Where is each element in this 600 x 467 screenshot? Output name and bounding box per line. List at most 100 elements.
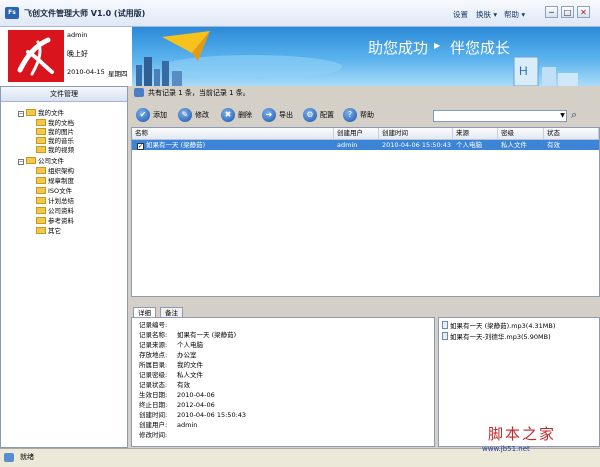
logo-mark-icon <box>17 37 54 76</box>
search-icon[interactable]: ⌕ <box>571 108 577 122</box>
add-button[interactable]: ✔ 添加 <box>136 107 167 123</box>
tree-node-org[interactable]: 组织架构 <box>36 167 74 176</box>
folder-icon <box>36 119 46 126</box>
tree-node-my-docs[interactable]: 我的文档 <box>36 119 74 128</box>
greeting: 晚上好 <box>67 50 88 58</box>
config-icon: ⚙ <box>303 108 317 122</box>
field-status: 记录状态: 有效 <box>139 381 190 389</box>
banner: H 助您成功 ▶ 伴您成长 <box>132 27 600 86</box>
col-user[interactable]: 创建用户 <box>334 128 379 139</box>
record-count-text: 共有记录 1 条，当前记录 1 条。 <box>148 89 250 97</box>
table-row[interactable]: ✓ 如果有一天 (梁静茹) admin 2010-04-06 15:50:43 … <box>132 140 599 150</box>
folder-icon <box>26 157 36 164</box>
watermark-url: www.jb51.net <box>482 445 530 453</box>
tree-node-my-pictures[interactable]: 我的图片 <box>36 128 74 137</box>
field-end-date: 终止日期: 2012-04-06 <box>139 401 215 409</box>
col-status[interactable]: 状态 <box>544 128 599 139</box>
title-bar: Fs 飞创文件管理大师 V1.0 (试用版) 设置 换肤 ▾ 帮助 ▾ ─ □ … <box>0 0 600 27</box>
folder-icon <box>36 227 46 234</box>
tree-node-other[interactable]: 其它 <box>36 227 61 236</box>
logo <box>8 30 64 82</box>
status-icon <box>4 453 14 462</box>
record-info-bar: 共有记录 1 条，当前记录 1 条。 <box>131 88 600 100</box>
tree-node-iso[interactable]: ISO文件 <box>36 187 72 196</box>
collapse-icon[interactable]: − <box>18 111 24 117</box>
collapse-icon[interactable]: − <box>18 159 24 165</box>
slogan-left: 助您成功 <box>368 39 429 57</box>
help-button[interactable]: ? 帮助 <box>343 107 374 123</box>
tree-node-plans[interactable]: 计划总结 <box>36 197 74 206</box>
close-button[interactable]: ✕ <box>577 6 590 18</box>
col-time[interactable]: 创建时间 <box>379 128 453 139</box>
folder-icon <box>36 128 46 135</box>
status-text: 就绪 <box>20 453 34 461</box>
row-time: 2010-04-06 15:50:43 <box>382 141 452 149</box>
weekday: 星期四 <box>108 70 128 78</box>
user-panel: admin 晚上好 2010-04-15 星期四 <box>66 27 132 86</box>
col-name[interactable]: 名称 <box>132 128 334 139</box>
field-created-time: 创建时间: 2010-04-06 15:50:43 <box>139 411 247 419</box>
field-location: 存放地点: 办公室 <box>139 351 197 359</box>
row-level: 私人文件 <box>501 141 527 149</box>
menu-help[interactable]: 帮助 ▾ <box>504 9 525 20</box>
edit-button[interactable]: ✎ 修改 <box>178 107 209 123</box>
minimize-button[interactable]: ─ <box>545 6 558 18</box>
tree-node-references[interactable]: 参考资料 <box>36 217 74 226</box>
field-modified-time: 修改时间: <box>139 431 168 439</box>
tree-node-my-music[interactable]: 我的音乐 <box>36 137 74 146</box>
edit-icon: ✎ <box>178 108 192 122</box>
col-level[interactable]: 密级 <box>498 128 544 139</box>
current-date: 2010-04-15 <box>67 68 105 76</box>
tree-node-rules[interactable]: 规章制度 <box>36 177 74 186</box>
delete-button[interactable]: ✖ 删除 <box>221 107 252 123</box>
row-user: admin <box>337 141 358 149</box>
search-input[interactable] <box>433 110 567 122</box>
info-icon <box>134 88 144 97</box>
slogan-arrow-icon: ▶ <box>434 41 441 50</box>
slogan-right: 伴您成长 <box>450 39 511 57</box>
tree-node-my-videos[interactable]: 我的视频 <box>36 146 74 155</box>
field-record-name: 记录名称: 如果有一天 (梁静茹) <box>139 331 237 339</box>
detail-panel: 记录编号: 记录名称: 如果有一天 (梁静茹) 记录来源: 个人电脑 存放地点: 办公… <box>131 317 435 447</box>
search-dropdown-icon[interactable]: ▼ <box>559 111 566 121</box>
field-created-user: 创建用户: admin <box>139 421 198 429</box>
folder-icon <box>36 137 46 144</box>
user-name: admin <box>67 31 88 39</box>
check-icon: ✔ <box>136 108 150 122</box>
menu-skin[interactable]: 换肤 ▾ <box>476 9 497 20</box>
grid-header: 名称 创建用户 创建时间 来源 密级 状态 <box>132 128 599 140</box>
col-source[interactable]: 来源 <box>453 128 498 139</box>
window-title: 飞创文件管理大师 V1.0 (试用版) <box>24 9 146 18</box>
export-button[interactable]: ➜ 导出 <box>262 107 293 123</box>
banner-art-icon: H <box>136 31 578 86</box>
attachment-item[interactable]: 如果有一天-刘德华.mp3(5.90MB) <box>442 332 551 342</box>
maximize-button[interactable]: □ <box>561 6 574 18</box>
file-tree-title: 文件管理 <box>1 87 127 102</box>
audio-file-icon <box>442 321 448 329</box>
row-source: 个人电脑 <box>456 141 482 149</box>
field-level: 记录密级: 私人文件 <box>139 371 203 379</box>
folder-icon <box>36 197 46 204</box>
row-status: 有效 <box>547 141 560 149</box>
folder-icon <box>36 146 46 153</box>
tree-node-my-files[interactable]: − 我的文件 <box>18 109 64 118</box>
folder-icon <box>36 167 46 174</box>
folder-icon <box>36 187 46 194</box>
tree-node-company-info[interactable]: 公司资料 <box>36 207 74 216</box>
app-icon: Fs <box>5 7 19 19</box>
folder-icon <box>36 177 46 184</box>
file-tree-panel: 文件管理 − 我的文件 我的文档 我的图片 我的音乐 我的视频 − 公司文件 组织架… <box>0 86 128 448</box>
field-directory: 所属目录: 我的文件 <box>139 361 203 369</box>
delete-icon: ✖ <box>221 108 235 122</box>
menu-settings[interactable]: 设置 <box>453 9 468 20</box>
folder-icon <box>36 217 46 224</box>
row-name: 如果有一天 (梁静茹) <box>146 141 206 149</box>
folder-icon <box>36 207 46 214</box>
attachment-item[interactable]: 如果有一天 (梁静茹).mp3(4.31MB) <box>442 321 555 331</box>
svg-text:H: H <box>519 64 528 78</box>
tree-node-company-files[interactable]: − 公司文件 <box>18 157 64 166</box>
records-grid: 名称 创建用户 创建时间 来源 密级 状态 ✓ 如果有一天 (梁静茹) admi… <box>131 127 600 297</box>
help-icon: ? <box>343 108 357 122</box>
watermark-text: 脚本之家 <box>488 425 557 443</box>
config-button[interactable]: ⚙ 配置 <box>303 107 334 123</box>
